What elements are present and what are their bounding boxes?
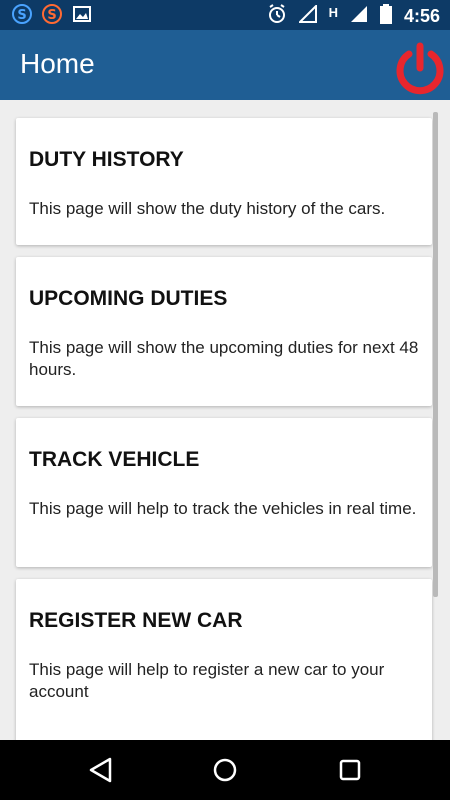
network-h-icon: H: [328, 5, 338, 20]
card-track-vehicle[interactable]: TRACK VEHICLE This page will help to tra…: [16, 418, 432, 567]
card-title: DUTY HISTORY: [29, 148, 184, 171]
recents-icon: [339, 759, 361, 781]
home-icon: [213, 758, 237, 782]
image-icon: [72, 4, 92, 29]
alarm-icon: [267, 3, 287, 30]
battery-icon: [379, 4, 392, 29]
clock-time: 4:56: [403, 6, 440, 26]
page-title: Home: [20, 48, 95, 79]
signal-icon: [297, 3, 317, 28]
app-bar: Home: [0, 30, 450, 100]
card-title: UPCOMING DUTIES: [29, 287, 228, 310]
card-description: This page will show the upcoming duties …: [29, 338, 419, 379]
signal-icon: [350, 5, 368, 28]
card-upcoming-duties[interactable]: UPCOMING DUTIES This page will show the …: [16, 257, 432, 406]
card-description: This page will help to register a new ca…: [29, 660, 385, 701]
status-bar: S S H 4:56: [0, 0, 450, 30]
card-duty-history[interactable]: DUTY HISTORY This page will show the dut…: [16, 118, 432, 245]
svg-text:S: S: [17, 8, 26, 23]
svg-text:S: S: [47, 8, 56, 23]
power-button[interactable]: [392, 40, 448, 96]
home-button[interactable]: [210, 756, 240, 784]
recents-button[interactable]: [335, 756, 365, 784]
back-icon: [89, 757, 112, 783]
scrollbar[interactable]: [433, 112, 438, 597]
s-orange-icon: S: [42, 4, 62, 29]
card-description: This page will show the duty history of …: [29, 199, 386, 218]
card-description: This page will help to track the vehicle…: [29, 499, 417, 518]
s-icon: S: [12, 4, 32, 29]
back-button[interactable]: [86, 756, 116, 784]
power-icon: [396, 42, 444, 95]
navigation-bar: [0, 740, 450, 800]
card-register-new-car[interactable]: REGISTER NEW CAR This page will help to …: [16, 579, 432, 740]
card-title: REGISTER NEW CAR: [29, 609, 243, 632]
card-list[interactable]: DUTY HISTORY This page will show the dut…: [0, 100, 450, 740]
card-title: TRACK VEHICLE: [29, 448, 200, 471]
